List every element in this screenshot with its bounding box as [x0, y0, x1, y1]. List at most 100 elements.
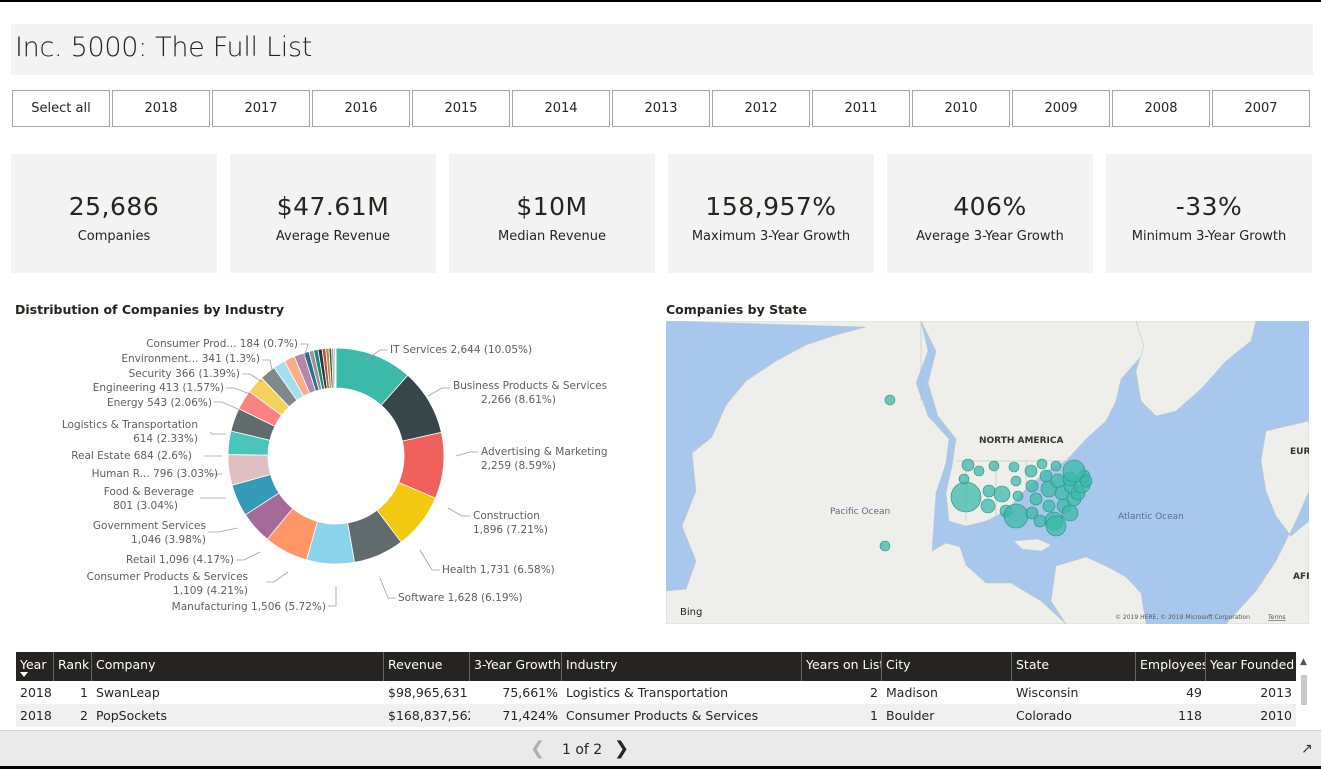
bubble-texas[interactable]	[1003, 503, 1029, 529]
year-slicer: Select all 2018 2017 2016 2015 2014 2013…	[12, 90, 1312, 127]
bubble-alaska[interactable]	[884, 394, 896, 406]
kpi-value: 158,957%	[705, 192, 837, 221]
slicer-year-2015[interactable]: 2015	[412, 90, 510, 127]
slicer-year-2018[interactable]: 2018	[112, 90, 210, 127]
kpi-label: Maximum 3-Year Growth	[691, 229, 851, 244]
bubble-nebraska[interactable]	[1010, 475, 1022, 487]
bubble-missouri[interactable]	[1029, 492, 1043, 506]
bubble-utah[interactable]	[982, 484, 996, 498]
donut-label-business-products-value: 2,266 (8.61%)	[481, 394, 556, 406]
bubble-minnesota[interactable]	[1024, 464, 1038, 478]
leader-line	[208, 527, 239, 533]
slicer-year-2008[interactable]: 2008	[1112, 90, 1210, 127]
donut-label-advertising: Advertising & Marketing	[481, 446, 608, 458]
donut-label-logistics: Logistics & Transportation	[62, 419, 198, 431]
map-svg: NORTH AMERICA Pacific Ocean Atlantic Oce…	[666, 321, 1309, 624]
column-header-employees[interactable]: Employees	[1136, 652, 1206, 681]
table-row[interactable]: 2018 1 SwanLeap $98,965,631 75,661% Logi…	[16, 681, 1296, 704]
leader-line	[379, 577, 396, 599]
cell-state: Wisconsin	[1016, 685, 1079, 700]
kpi-card-min-growth[interactable]: -33% Minimum 3-Year Growth	[1106, 154, 1312, 273]
bubble-louisiana[interactable]	[1033, 514, 1047, 528]
kpi-value: -33%	[1175, 192, 1243, 221]
land-masses	[666, 321, 1309, 624]
header-label: Year	[20, 657, 47, 672]
bubble-connecticut[interactable]	[1079, 474, 1093, 488]
bubble-colorado[interactable]	[993, 485, 1011, 503]
slicer-year-2010[interactable]: 2010	[912, 90, 1010, 127]
map-label-europe: EUR	[1290, 447, 1309, 457]
slicer-year-2013[interactable]: 2013	[612, 90, 710, 127]
bubble-arizona[interactable]	[980, 498, 996, 514]
donut-slice-27[interactable]	[334, 347, 337, 389]
slicer-year-2012[interactable]: 2012	[712, 90, 810, 127]
next-page-icon[interactable]: ❯	[614, 738, 629, 759]
bubble-oregon[interactable]	[958, 473, 970, 485]
bubble-wisconsin[interactable]	[1039, 469, 1053, 483]
column-header-years-on-list[interactable]: Years on List	[802, 652, 882, 681]
map-terms-link[interactable]: Terms	[1267, 614, 1286, 621]
slicer-year-2009[interactable]: 2009	[1012, 90, 1110, 127]
donut-label-real-estate: Real Estate 684 (2.6%)	[71, 450, 192, 462]
slicer-year-2011[interactable]: 2011	[812, 90, 910, 127]
kpi-label: Minimum 3-Year Growth	[1131, 229, 1287, 244]
leader-line	[328, 586, 337, 607]
column-header-company[interactable]: Company	[92, 652, 384, 681]
column-header-state[interactable]: State	[1012, 652, 1136, 681]
kpi-card-median-revenue[interactable]: $10M Median Revenue	[449, 154, 655, 273]
column-header-revenue[interactable]: Revenue	[384, 652, 470, 681]
table-scrollbar[interactable]: ▲	[1299, 655, 1309, 729]
donut-label-software: Software 1,628 (6.19%)	[398, 592, 523, 604]
bubble-vermont[interactable]	[1050, 460, 1062, 472]
donut-label-human-resources: Human R... 796 (3.03%)	[92, 468, 218, 480]
donut-label-food-beverage: Food & Beverage	[104, 486, 194, 498]
donut-label-construction-value: 1,896 (7.21%)	[473, 524, 548, 536]
table-row[interactable]: 2018 2 PopSockets $168,837,562 71,424% C…	[16, 704, 1296, 727]
bubble-arkansas[interactable]	[1042, 499, 1056, 513]
bubble-iowa[interactable]	[1025, 479, 1039, 493]
column-header-3-year-growth[interactable]: 3-Year Growth	[470, 652, 562, 681]
donut-label-advertising-value: 2,259 (8.59%)	[481, 460, 556, 472]
kpi-card-companies[interactable]: 25,686 Companies	[11, 154, 217, 273]
slicer-year-2017[interactable]: 2017	[212, 90, 310, 127]
slicer-year-2007[interactable]: 2007	[1212, 90, 1310, 127]
leader-line	[262, 359, 273, 371]
bubble-hawaii[interactable]	[879, 540, 891, 552]
slicer-select-all[interactable]: Select all	[12, 90, 110, 127]
column-header-rank[interactable]: Rank	[54, 652, 92, 681]
column-header-year[interactable]: Year	[16, 652, 54, 681]
companies-by-state-map[interactable]: NORTH AMERICA Pacific Ocean Atlantic Oce…	[666, 321, 1309, 624]
cell-industry: Logistics & Transportation	[566, 685, 729, 700]
scroll-thumb[interactable]	[1301, 675, 1307, 705]
bubble-california[interactable]	[950, 481, 982, 513]
kpi-card-average-revenue[interactable]: $47.61M Average Revenue	[230, 154, 436, 273]
share-icon[interactable]: ↗	[1301, 741, 1313, 757]
industry-donut-chart[interactable]: IT Services 2,644 (10.05%) Business Prod…	[8, 324, 658, 624]
map-label-atlantic: Atlantic Ocean	[1118, 512, 1184, 522]
kpi-card-max-growth[interactable]: 158,957% Maximum 3-Year Growth	[668, 154, 874, 273]
bubble-north-dakota[interactable]	[1008, 461, 1020, 473]
previous-page-icon[interactable]: ❮	[530, 738, 545, 759]
kpi-label: Companies	[77, 229, 151, 244]
bubble-montana[interactable]	[988, 460, 1000, 472]
bubble-idaho[interactable]	[973, 465, 985, 477]
cell-employees: 49	[1186, 685, 1202, 700]
column-header-year-founded[interactable]: Year Founded	[1206, 652, 1296, 681]
bubble-kansas[interactable]	[1012, 490, 1024, 502]
bubble-washington[interactable]	[961, 458, 975, 472]
bubble-south-dakota[interactable]	[1036, 458, 1048, 470]
donut-label-logistics-value: 614 (2.33%)	[133, 433, 198, 445]
bubble-georgia[interactable]	[1061, 504, 1079, 522]
slicer-year-2016[interactable]: 2016	[312, 90, 410, 127]
column-header-industry[interactable]: Industry	[562, 652, 802, 681]
scroll-up-icon[interactable]: ▲	[1300, 657, 1307, 667]
bubble-florida[interactable]	[1045, 515, 1067, 537]
cell-rank: 1	[80, 685, 88, 700]
slicer-year-2014[interactable]: 2014	[512, 90, 610, 127]
kpi-card-avg-growth[interactable]: 406% Average 3-Year Growth	[887, 154, 1093, 273]
donut-label-engineering: Engineering 413 (1.57%)	[93, 382, 224, 394]
donut-label-environment: Environment... 341 (1.3%)	[121, 353, 260, 365]
map-title: Companies by State	[666, 302, 807, 317]
cell-revenue: $98,965,631	[388, 685, 468, 700]
column-header-city[interactable]: City	[882, 652, 1012, 681]
